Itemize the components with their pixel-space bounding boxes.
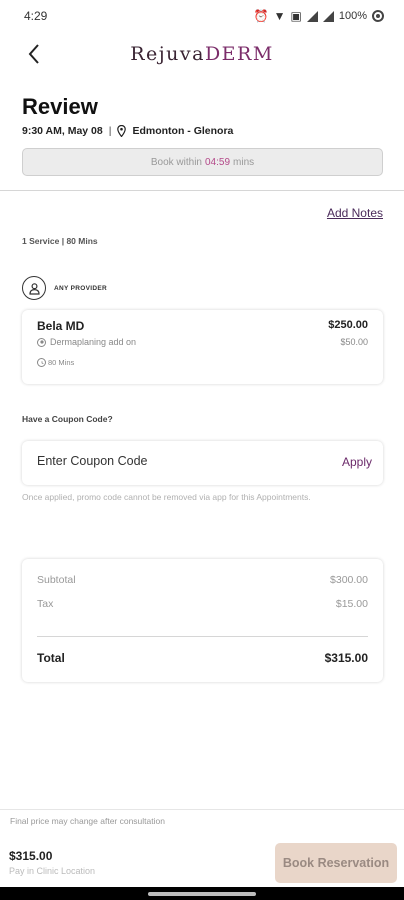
system-nav-bar <box>0 887 404 900</box>
appointment-datetime: 9:30 AM, May 08 <box>22 125 103 137</box>
subtotal-value: $300.00 <box>330 574 368 586</box>
provider-label: ANY PROVIDER <box>54 284 107 292</box>
service-price: $250.00 <box>328 319 368 331</box>
logo-part2: DERM <box>204 43 274 65</box>
tax-label: Tax <box>37 598 54 610</box>
chevron-left-icon <box>28 44 39 64</box>
summary-divider <box>37 636 368 637</box>
book-reservation-button[interactable]: Book Reservation <box>275 843 397 883</box>
battery-percent: 100% <box>338 10 367 22</box>
coupon-card: Apply <box>22 441 383 485</box>
footer-divider <box>0 809 404 810</box>
service-summary: 1 Service | 80 Mins <box>22 236 98 246</box>
payment-location-label: Pay in Clinic Location <box>9 866 96 876</box>
add-notes-link[interactable]: Add Notes <box>327 206 383 220</box>
service-duration: 80 Mins <box>48 358 75 367</box>
section-divider <box>0 190 404 191</box>
appointment-meta: 9:30 AM, May 08 | Edmonton - Glenora <box>22 125 233 137</box>
app-header: RejuvaDERM <box>0 34 404 74</box>
coupon-note: Once applied, promo code cannot be remov… <box>22 492 311 502</box>
brand-logo: RejuvaDERM <box>130 43 274 65</box>
price-change-note: Final price may change after consultatio… <box>10 816 165 826</box>
provider-row: ANY PROVIDER <box>22 276 107 300</box>
meta-separator: | <box>108 125 112 137</box>
wifi-icon: ▼ <box>273 9 286 23</box>
alarm-icon: ⏰ <box>253 9 269 23</box>
clock-icon <box>37 358 46 367</box>
apply-coupon-button[interactable]: Apply <box>342 455 372 469</box>
coupon-heading: Have a Coupon Code? <box>22 414 113 424</box>
service-name: Bela MD <box>37 319 85 333</box>
status-time: 4:29 <box>24 9 48 23</box>
signal-icon <box>322 10 334 22</box>
price-summary-card: Subtotal $300.00 Tax $15.00 Total $315.0… <box>22 559 383 682</box>
location-pin-icon <box>117 125 127 137</box>
book-within-label: Book within <box>150 156 202 168</box>
book-within-unit: mins <box>233 156 255 168</box>
addon-check-icon <box>37 337 46 347</box>
person-icon <box>28 282 40 295</box>
addon-price: $50.00 <box>340 337 368 347</box>
service-card: Bela MD $250.00 Dermaplaning add on $50.… <box>22 310 383 384</box>
status-icons: ⏰ ▼ ▣ 100% <box>254 9 384 23</box>
back-button[interactable] <box>22 42 46 66</box>
book-within-timer: 04:59 <box>204 156 231 168</box>
battery-icon <box>372 10 384 22</box>
subtotal-label: Subtotal <box>37 574 76 586</box>
addon-name: Dermaplaning add on <box>50 337 137 347</box>
tax-value: $15.00 <box>335 598 368 610</box>
coupon-code-input[interactable] <box>37 454 287 468</box>
total-value: $315.00 <box>324 651 368 665</box>
avatar <box>22 276 46 300</box>
total-label: Total <box>37 651 65 665</box>
appointment-location: Edmonton - Glenora <box>132 125 234 137</box>
signal-icon <box>306 10 318 22</box>
logo-part1: Rejuva <box>130 43 205 65</box>
home-gesture-handle[interactable] <box>148 892 256 896</box>
footer-total-price: $315.00 <box>9 849 53 863</box>
lte-icon: ▣ <box>290 9 302 23</box>
status-bar: 4:29 ⏰ ▼ ▣ 100% <box>0 0 404 32</box>
page-title: Review <box>22 94 98 119</box>
book-within-banner: Book within 04:59 mins <box>22 148 383 176</box>
addon-row: Dermaplaning add on <box>37 337 136 347</box>
duration-row: 80 Mins <box>37 358 74 367</box>
